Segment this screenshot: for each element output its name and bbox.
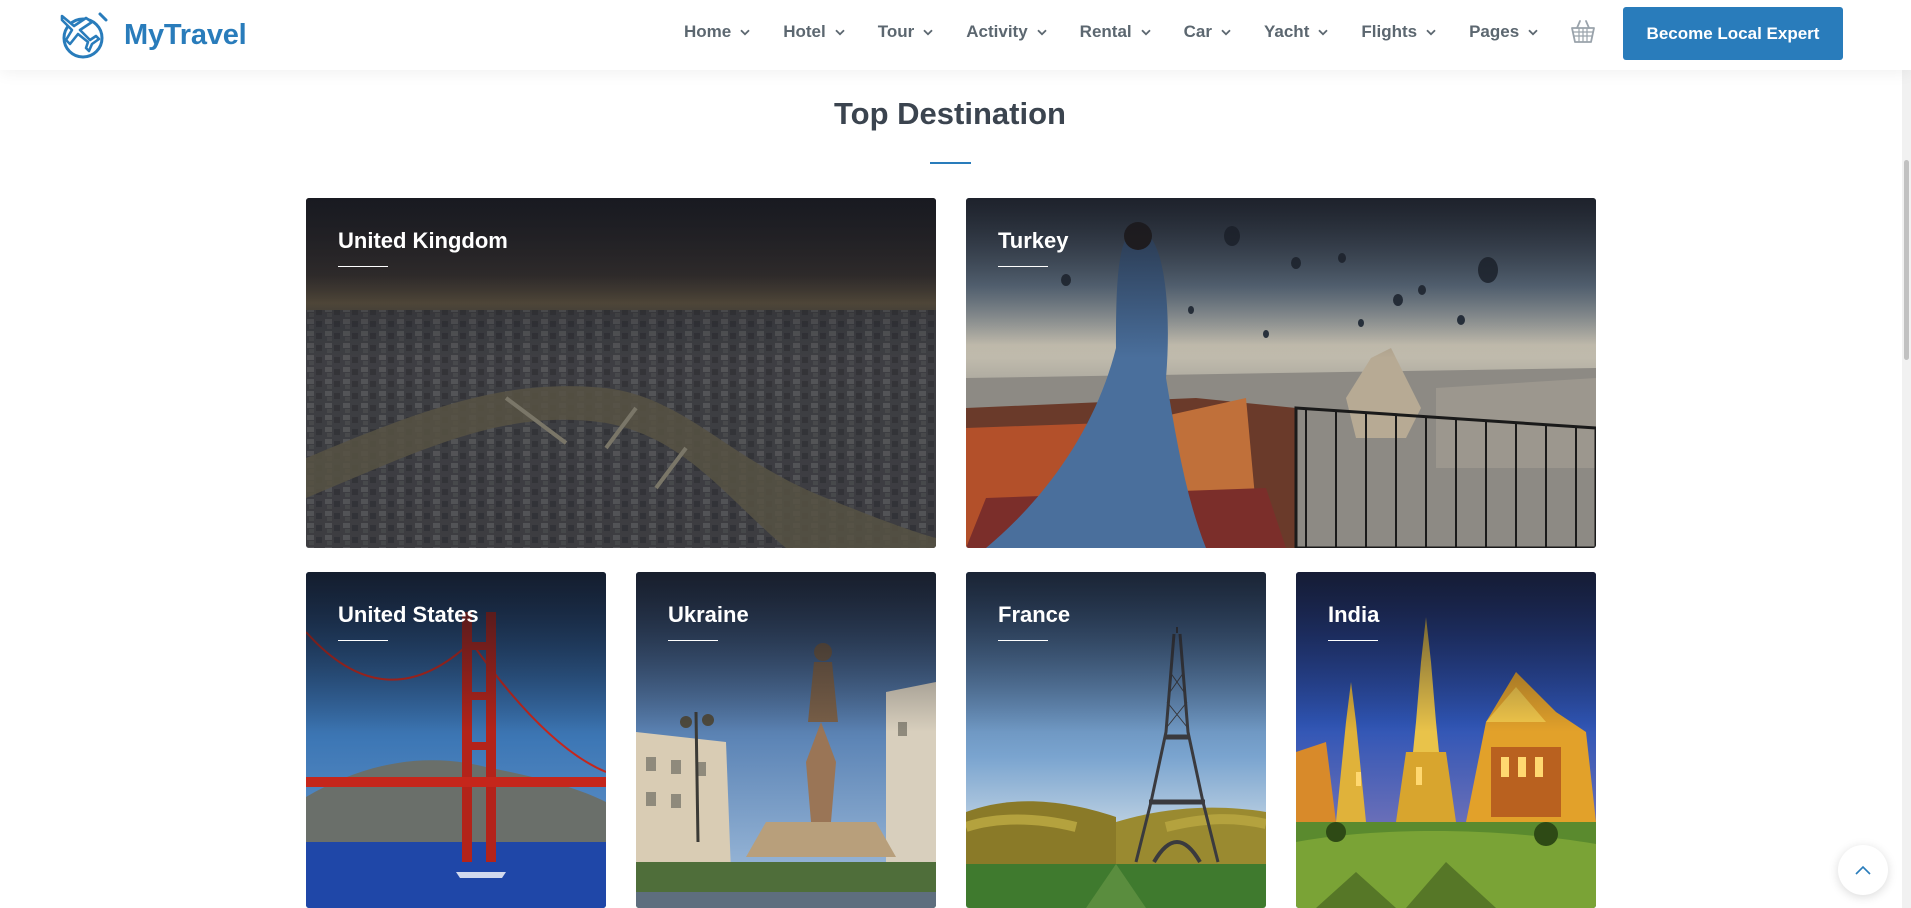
destination-card-france[interactable]: France bbox=[966, 572, 1266, 908]
chevron-down-icon bbox=[1037, 29, 1047, 35]
nav-item-yacht[interactable]: Yacht bbox=[1264, 22, 1328, 42]
card-gradient-overlay bbox=[306, 198, 936, 358]
nav-item-label: Home bbox=[684, 22, 732, 41]
scrollbar-track[interactable] bbox=[1902, 0, 1911, 908]
destination-card-turkey[interactable]: Turkey bbox=[966, 198, 1596, 548]
destination-underline bbox=[668, 640, 718, 641]
section-title: Top Destination bbox=[834, 96, 1066, 131]
chevron-up-icon bbox=[1855, 865, 1871, 875]
chevron-down-icon bbox=[1221, 29, 1231, 35]
nav-item-pages[interactable]: Pages bbox=[1469, 22, 1538, 42]
destination-name: Ukraine bbox=[668, 602, 749, 627]
destination-name: India bbox=[1328, 602, 1380, 627]
main-nav: Home Hotel Tour Activity Rental Car Yach… bbox=[684, 0, 1571, 64]
nav-item-car[interactable]: Car bbox=[1184, 22, 1231, 42]
logo-link[interactable]: MyTravel bbox=[56, 6, 247, 64]
nav-item-home[interactable]: Home bbox=[684, 22, 750, 42]
destination-card-united-kingdom[interactable]: United Kingdom bbox=[306, 198, 936, 548]
nav-item-tour[interactable]: Tour bbox=[878, 22, 934, 42]
card-gradient-overlay bbox=[966, 198, 1596, 358]
destination-name: Turkey bbox=[998, 228, 1069, 253]
scroll-to-top-button[interactable] bbox=[1838, 845, 1888, 895]
destination-name: France bbox=[998, 602, 1071, 627]
nav-item-flights[interactable]: Flights bbox=[1361, 22, 1436, 42]
destination-name: United Kingdom bbox=[338, 228, 508, 253]
nav-item-rental[interactable]: Rental bbox=[1080, 22, 1151, 42]
nav-item-label: Tour bbox=[877, 22, 915, 41]
site-header: MyTravel Home Hotel Tour Activity Rental… bbox=[0, 0, 1911, 70]
nav-item-activity[interactable]: Activity bbox=[966, 22, 1047, 42]
card-gradient-overlay bbox=[306, 572, 606, 732]
chevron-down-icon bbox=[740, 29, 750, 35]
card-gradient-overlay bbox=[636, 572, 936, 732]
nav-item-label: Rental bbox=[1079, 22, 1132, 41]
nav-item-label: Hotel bbox=[783, 22, 826, 41]
destination-name: United States bbox=[338, 602, 479, 627]
destination-card-ukraine[interactable]: Ukraine bbox=[636, 572, 936, 908]
chevron-down-icon bbox=[923, 29, 933, 35]
nav-item-label: Flights bbox=[1361, 22, 1418, 41]
plane-globe-logo-icon bbox=[60, 12, 108, 59]
chevron-down-icon bbox=[1528, 29, 1538, 35]
basket-icon[interactable] bbox=[1569, 17, 1597, 45]
destination-card-united-states[interactable]: United States bbox=[306, 572, 606, 908]
nav-item-hotel[interactable]: Hotel bbox=[783, 22, 845, 42]
brand-name: MyTravel bbox=[124, 18, 247, 51]
nav-item-label: Activity bbox=[966, 22, 1028, 41]
destination-underline bbox=[1328, 640, 1378, 641]
chevron-down-icon bbox=[835, 29, 845, 35]
destination-underline bbox=[998, 266, 1048, 267]
destination-underline bbox=[998, 640, 1048, 641]
chevron-down-icon bbox=[1426, 29, 1436, 35]
card-gradient-overlay bbox=[1296, 572, 1596, 732]
scrollbar-thumb[interactable] bbox=[1904, 160, 1909, 360]
destination-underline bbox=[338, 266, 388, 267]
destination-card-india[interactable]: India bbox=[1296, 572, 1596, 908]
destination-underline bbox=[338, 640, 388, 641]
chevron-down-icon bbox=[1141, 29, 1151, 35]
card-gradient-overlay bbox=[966, 572, 1266, 732]
nav-item-label: Yacht bbox=[1264, 22, 1310, 41]
become-local-expert-button[interactable]: Become Local Expert bbox=[1623, 7, 1843, 60]
nav-item-label: Pages bbox=[1469, 22, 1520, 41]
title-underline bbox=[930, 162, 971, 164]
chevron-down-icon bbox=[1318, 29, 1328, 35]
nav-item-label: Car bbox=[1183, 22, 1212, 41]
